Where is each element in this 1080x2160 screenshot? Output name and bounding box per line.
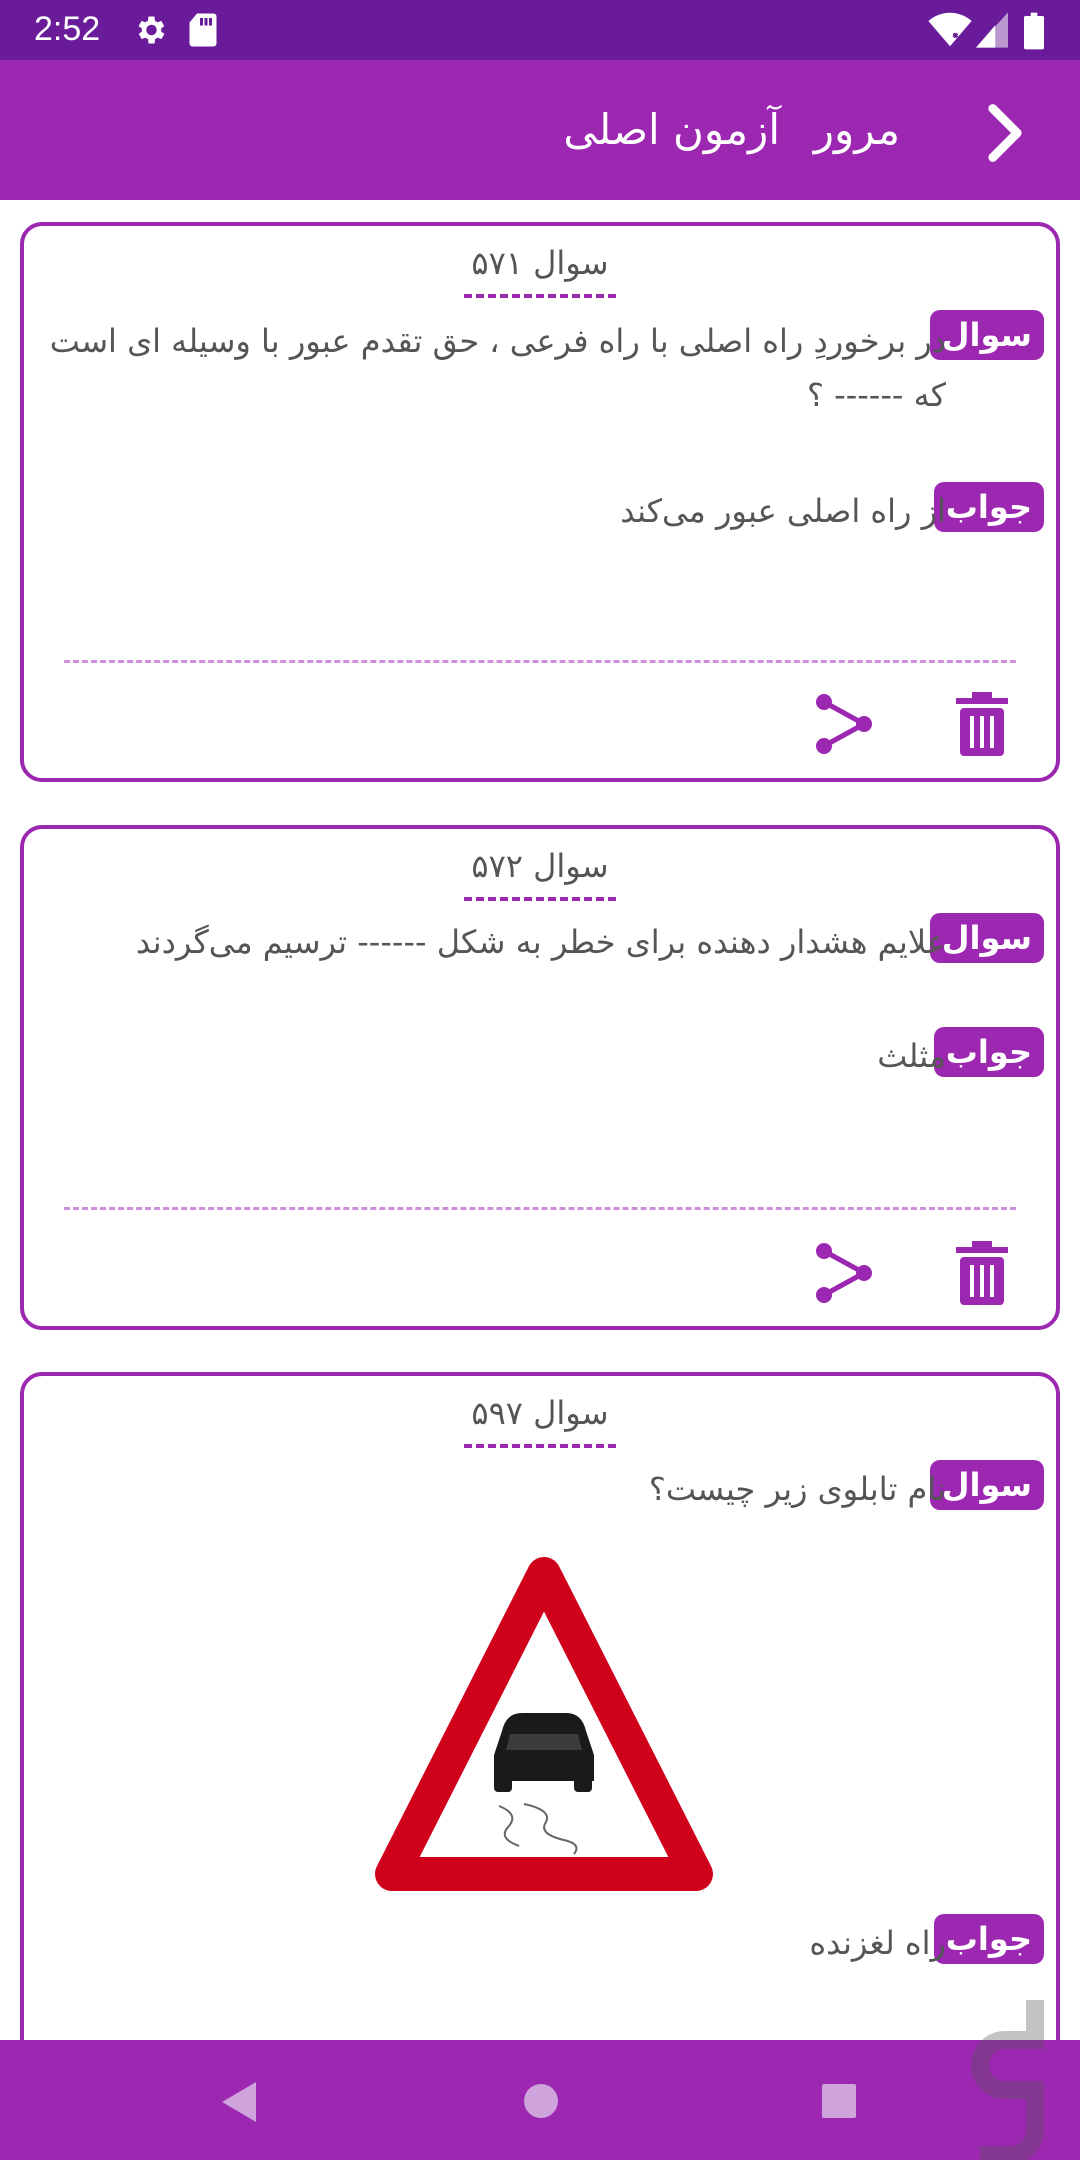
nav-recents-icon[interactable] — [820, 2082, 858, 2120]
answer-text: از راه اصلی عبور می‌کند — [620, 492, 946, 530]
navigation-bar — [0, 2040, 1080, 2160]
question-card: سوال ۵۹۷ سوال نام تابلوی زیر چیست؟ جواب … — [20, 1372, 1060, 2132]
app-bar: آزمون اصلی مرور — [0, 60, 1080, 200]
card-title: سوال ۵۷۱ — [471, 244, 609, 282]
question-text: علایم هشدار دهنده برای خطر به شکل ------… — [135, 923, 946, 961]
card-title: سوال ۵۹۷ — [471, 1394, 609, 1432]
signal-icon — [976, 12, 1008, 48]
question-text: در برخوردِ راه اصلی با راه فرعی ، حق تقد… — [49, 322, 946, 414]
status-time: 2:52 — [34, 10, 101, 48]
nav-home-icon[interactable] — [522, 2082, 560, 2120]
battery-icon — [1024, 12, 1044, 50]
card-divider — [64, 1207, 1016, 1210]
title-underline — [464, 294, 616, 298]
question-card: سوال ۵۷۱ سوال در برخوردِ راه اصلی با راه… — [20, 222, 1060, 782]
question-text: نام تابلوی زیر چیست؟ — [648, 1470, 946, 1508]
gear-icon — [138, 16, 165, 44]
card-title: سوال ۵۷۲ — [471, 847, 609, 885]
question-badge: سوال — [929, 310, 1044, 361]
wifi-icon — [928, 12, 972, 47]
answer-badge: جواب — [933, 482, 1044, 533]
answer-badge: جواب — [933, 1027, 1044, 1078]
section-title: مرور — [813, 105, 900, 154]
status-bar: 2:52 — [0, 0, 1080, 60]
question-card: سوال ۵۷۲ سوال علایم هشدار دهنده برای خطر… — [20, 825, 1060, 1330]
share-icon[interactable] — [812, 692, 876, 756]
trash-icon[interactable] — [954, 1241, 1010, 1307]
card-divider — [64, 660, 1016, 663]
title-underline — [464, 897, 616, 901]
car-icon — [494, 1713, 594, 1792]
answer-text: راه لغزنده — [809, 1924, 946, 1962]
trash-icon[interactable] — [954, 692, 1010, 758]
share-icon[interactable] — [812, 1241, 876, 1305]
answer-badge: جواب — [933, 1914, 1044, 1965]
title-underline — [464, 1444, 616, 1448]
question-badge: سوال — [929, 1460, 1044, 1511]
back-chevron-icon[interactable] — [970, 98, 1040, 168]
sd-card-icon — [189, 13, 217, 47]
nav-back-icon[interactable] — [218, 2080, 258, 2124]
answer-text: مثلث — [877, 1037, 946, 1075]
slippery-road-sign — [375, 1557, 713, 1891]
page-title: آزمون اصلی — [563, 105, 780, 154]
store-watermark-icon — [971, 2000, 1044, 2160]
question-badge: سوال — [929, 913, 1044, 964]
